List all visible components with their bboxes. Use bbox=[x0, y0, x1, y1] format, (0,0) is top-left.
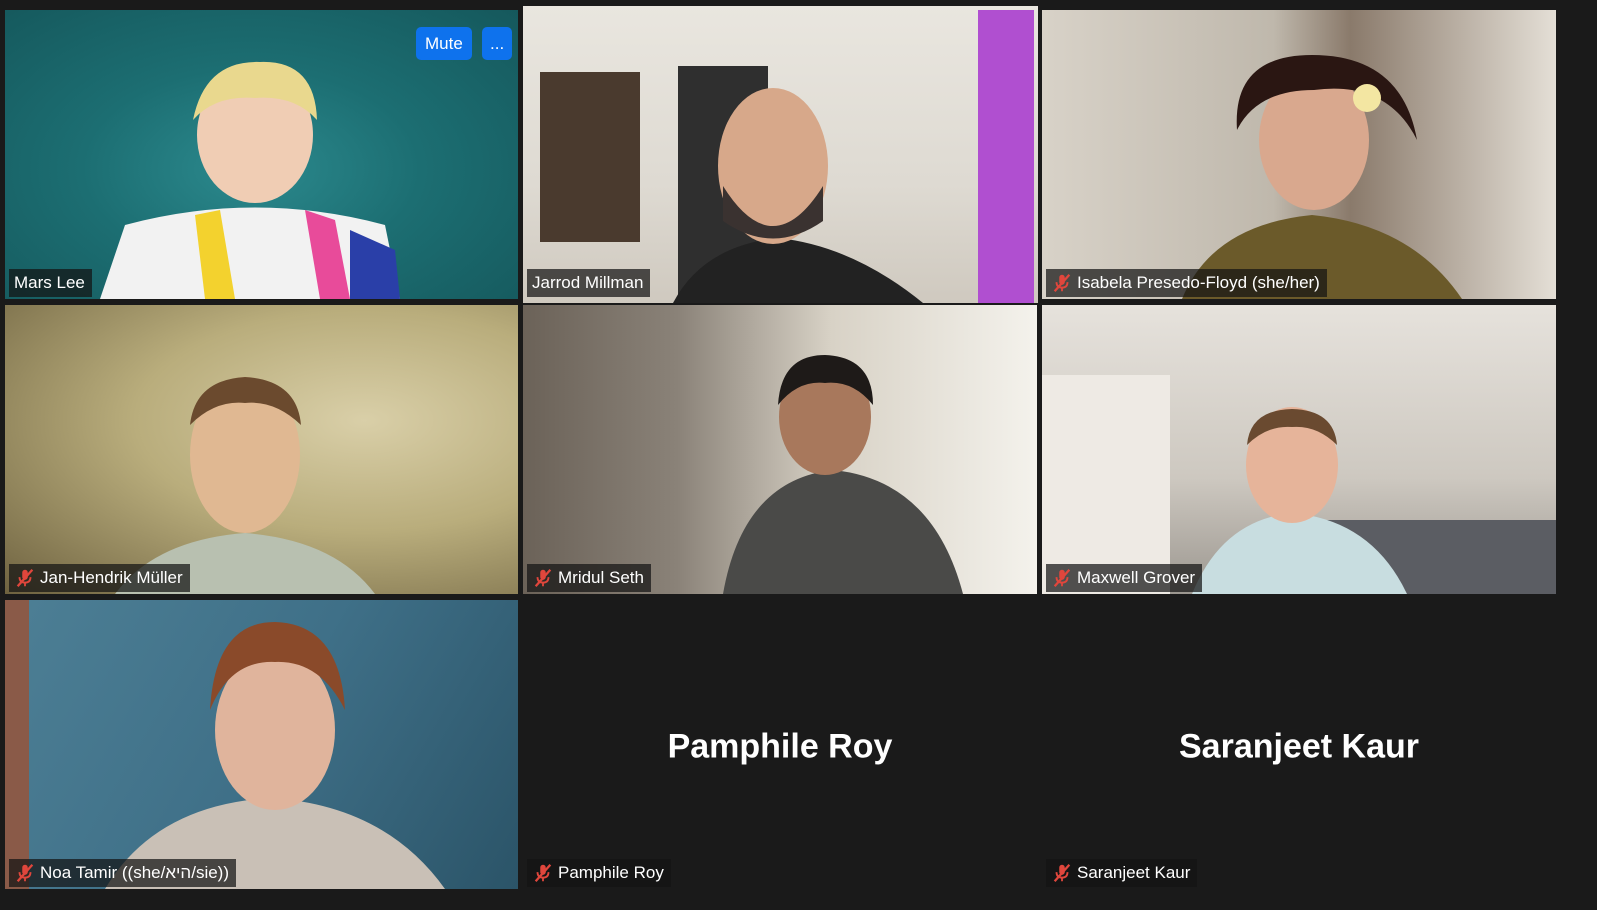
participant-name-label: Noa Tamir ((she/היא/sie)) bbox=[9, 859, 236, 887]
participant-name: Mridul Seth bbox=[558, 568, 644, 587]
person-silhouette bbox=[115, 377, 375, 594]
participant-name: Jarrod Millman bbox=[532, 273, 644, 292]
video-gallery: Mars Lee Mute ... Jarrod Millman Isabela… bbox=[0, 0, 1597, 910]
microphone-muted-icon bbox=[1053, 273, 1071, 293]
more-options-button[interactable]: ... bbox=[482, 27, 513, 60]
participant-name: Mars Lee bbox=[14, 273, 85, 292]
participant-video bbox=[5, 600, 518, 889]
participant-name-label: Pamphile Roy bbox=[527, 859, 671, 887]
participant-video bbox=[1042, 10, 1556, 299]
participant-name-label: Jarrod Millman bbox=[527, 269, 651, 297]
participant-name-label: Maxwell Grover bbox=[1046, 564, 1203, 592]
microphone-muted-icon bbox=[1053, 863, 1071, 883]
participant-name-label: Mars Lee bbox=[9, 269, 92, 297]
participant-tile-mars-lee[interactable]: Mars Lee Mute ... bbox=[5, 10, 518, 299]
participant-name-label: Saranjeet Kaur bbox=[1046, 859, 1198, 887]
participant-tile-noa-tamir[interactable]: Noa Tamir ((she/היא/sie)) bbox=[5, 600, 518, 889]
person-silhouette bbox=[5, 600, 445, 889]
participant-video bbox=[5, 305, 518, 594]
participant-placeholder-name: Pamphile Roy bbox=[667, 727, 893, 765]
participant-name-label: Jan-Hendrik Müller bbox=[9, 564, 190, 592]
participant-video bbox=[523, 6, 1038, 303]
participant-name: Pamphile Roy bbox=[558, 863, 664, 882]
person-silhouette bbox=[1042, 375, 1556, 594]
microphone-muted-icon bbox=[534, 863, 552, 883]
participant-name: Jan-Hendrik Müller bbox=[40, 568, 183, 587]
participant-name: Noa Tamir ((she/היא/sie)) bbox=[40, 863, 229, 882]
participant-tile-jan-hendrik-muller[interactable]: Jan-Hendrik Müller bbox=[5, 305, 518, 594]
participant-video bbox=[1042, 305, 1556, 594]
participant-placeholder-name: Saranjeet Kaur bbox=[1179, 727, 1419, 765]
participant-name-label: Isabela Presedo-Floyd (she/her) bbox=[1046, 269, 1327, 297]
microphone-muted-icon bbox=[534, 568, 552, 588]
participant-tile-isabela-presedo-floyd[interactable]: Isabela Presedo-Floyd (she/her) bbox=[1042, 10, 1556, 299]
participant-tile-mridul-seth[interactable]: Mridul Seth bbox=[523, 305, 1037, 594]
mute-button[interactable]: Mute bbox=[416, 27, 472, 60]
participant-tile-saranjeet-kaur[interactable]: Saranjeet Kaur Saranjeet Kaur bbox=[1042, 600, 1556, 905]
participant-video bbox=[523, 305, 1037, 594]
participant-name: Saranjeet Kaur bbox=[1077, 863, 1191, 882]
participant-tile-jarrod-millman[interactable]: Jarrod Millman bbox=[523, 6, 1038, 303]
participant-name: Maxwell Grover bbox=[1077, 568, 1196, 587]
participant-name: Isabela Presedo-Floyd (she/her) bbox=[1077, 273, 1320, 292]
microphone-muted-icon bbox=[16, 863, 34, 883]
person-silhouette bbox=[723, 355, 963, 594]
participant-name-label: Mridul Seth bbox=[527, 564, 651, 592]
microphone-muted-icon bbox=[16, 568, 34, 588]
person-silhouette bbox=[540, 10, 1034, 303]
participant-tile-pamphile-roy[interactable]: Pamphile Roy Pamphile Roy bbox=[523, 600, 1037, 905]
microphone-muted-icon bbox=[1053, 568, 1071, 588]
person-silhouette bbox=[1182, 55, 1462, 299]
participant-tile-maxwell-grover[interactable]: Maxwell Grover bbox=[1042, 305, 1556, 594]
